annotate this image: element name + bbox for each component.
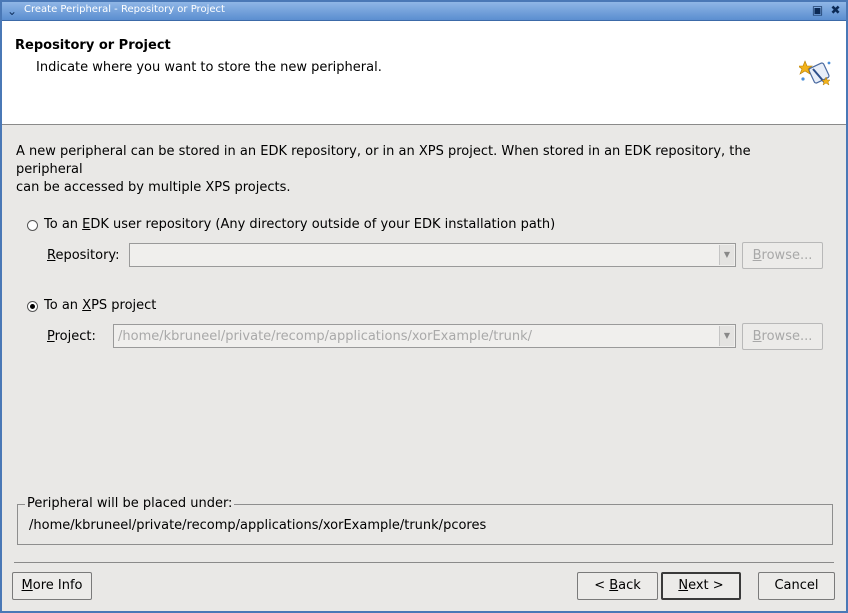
intro-text: A new peripheral can be stored in an EDK… <box>16 143 816 197</box>
close-icon[interactable]: ✖ <box>828 3 843 18</box>
page-title: Repository or Project <box>15 38 171 53</box>
page-description: Indicate where you want to store the new… <box>36 60 382 75</box>
back-rest: ack <box>618 578 641 593</box>
chevron-down-icon[interactable]: ⌄ <box>4 3 20 19</box>
next-rest: ext > <box>688 578 724 593</box>
back-mnemonic: B <box>609 578 619 593</box>
repository-label-rest: epository: <box>55 248 120 263</box>
repository-field-label: Repository: <box>47 248 120 263</box>
placement-group: Peripheral will be placed under: /home/k… <box>17 496 833 545</box>
intro-line-2: can be accessed by multiple XPS projects… <box>16 180 291 195</box>
cancel-button[interactable]: Cancel <box>758 572 835 600</box>
repository-browse-mnemonic: B <box>752 248 762 263</box>
xps-label-mnemonic: X <box>82 298 92 313</box>
project-combobox[interactable]: /home/kbruneel/private/recomp/applicatio… <box>113 324 736 348</box>
repository-combobox[interactable]: ▼ <box>129 243 736 267</box>
xps-label-post: PS project <box>91 298 157 313</box>
back-pre: < <box>594 578 610 593</box>
title-bar: ⌄ Create Peripheral - Repository or Proj… <box>2 2 846 21</box>
wizard-magic-icon <box>799 60 831 86</box>
project-browse-rest: rowse... <box>761 329 813 344</box>
placement-path: /home/kbruneel/private/recomp/applicatio… <box>29 518 487 533</box>
xps-project-radio[interactable] <box>27 301 38 312</box>
xps-label-pre: To an <box>44 298 83 313</box>
project-browse-button[interactable]: Browse... <box>742 323 823 350</box>
project-field-label: Project: <box>47 329 96 344</box>
next-button[interactable]: Next > <box>661 572 741 600</box>
more-info-button[interactable]: More Info <box>12 572 92 600</box>
back-button[interactable]: < Back <box>577 572 658 600</box>
project-label-rest: roject: <box>54 329 96 344</box>
intro-line-1: A new peripheral can be stored in an EDK… <box>16 144 751 177</box>
chevron-down-icon[interactable]: ▼ <box>719 326 734 346</box>
chevron-down-icon[interactable]: ▼ <box>719 245 734 265</box>
edk-repository-radio[interactable] <box>27 220 38 231</box>
footer-separator <box>14 562 834 563</box>
edk-repository-label[interactable]: To an EDK user repository (Any directory… <box>44 217 555 232</box>
xps-project-label[interactable]: To an XPS project <box>44 298 156 313</box>
edk-label-post: DK user repository (Any directory outsid… <box>90 217 556 232</box>
wizard-content: A new peripheral can be stored in an EDK… <box>2 126 846 560</box>
window-title: Create Peripheral - Repository or Projec… <box>24 4 225 15</box>
repository-browse-button[interactable]: Browse... <box>742 242 823 269</box>
project-value: /home/kbruneel/private/recomp/applicatio… <box>118 329 533 344</box>
next-mnemonic: N <box>678 578 689 593</box>
maximize-icon[interactable]: ▣ <box>810 3 825 18</box>
edk-label-pre: To an <box>44 217 83 232</box>
project-browse-mnemonic: B <box>752 329 762 344</box>
wizard-header: Repository or Project Indicate where you… <box>2 21 846 125</box>
more-info-rest: ore Info <box>32 578 83 593</box>
placement-legend: Peripheral will be placed under: <box>25 496 235 511</box>
dialog-window: ⌄ Create Peripheral - Repository or Proj… <box>0 0 848 613</box>
project-label-mnemonic: P <box>47 329 55 344</box>
repository-browse-rest: rowse... <box>761 248 813 263</box>
more-info-mnemonic: M <box>21 578 33 593</box>
